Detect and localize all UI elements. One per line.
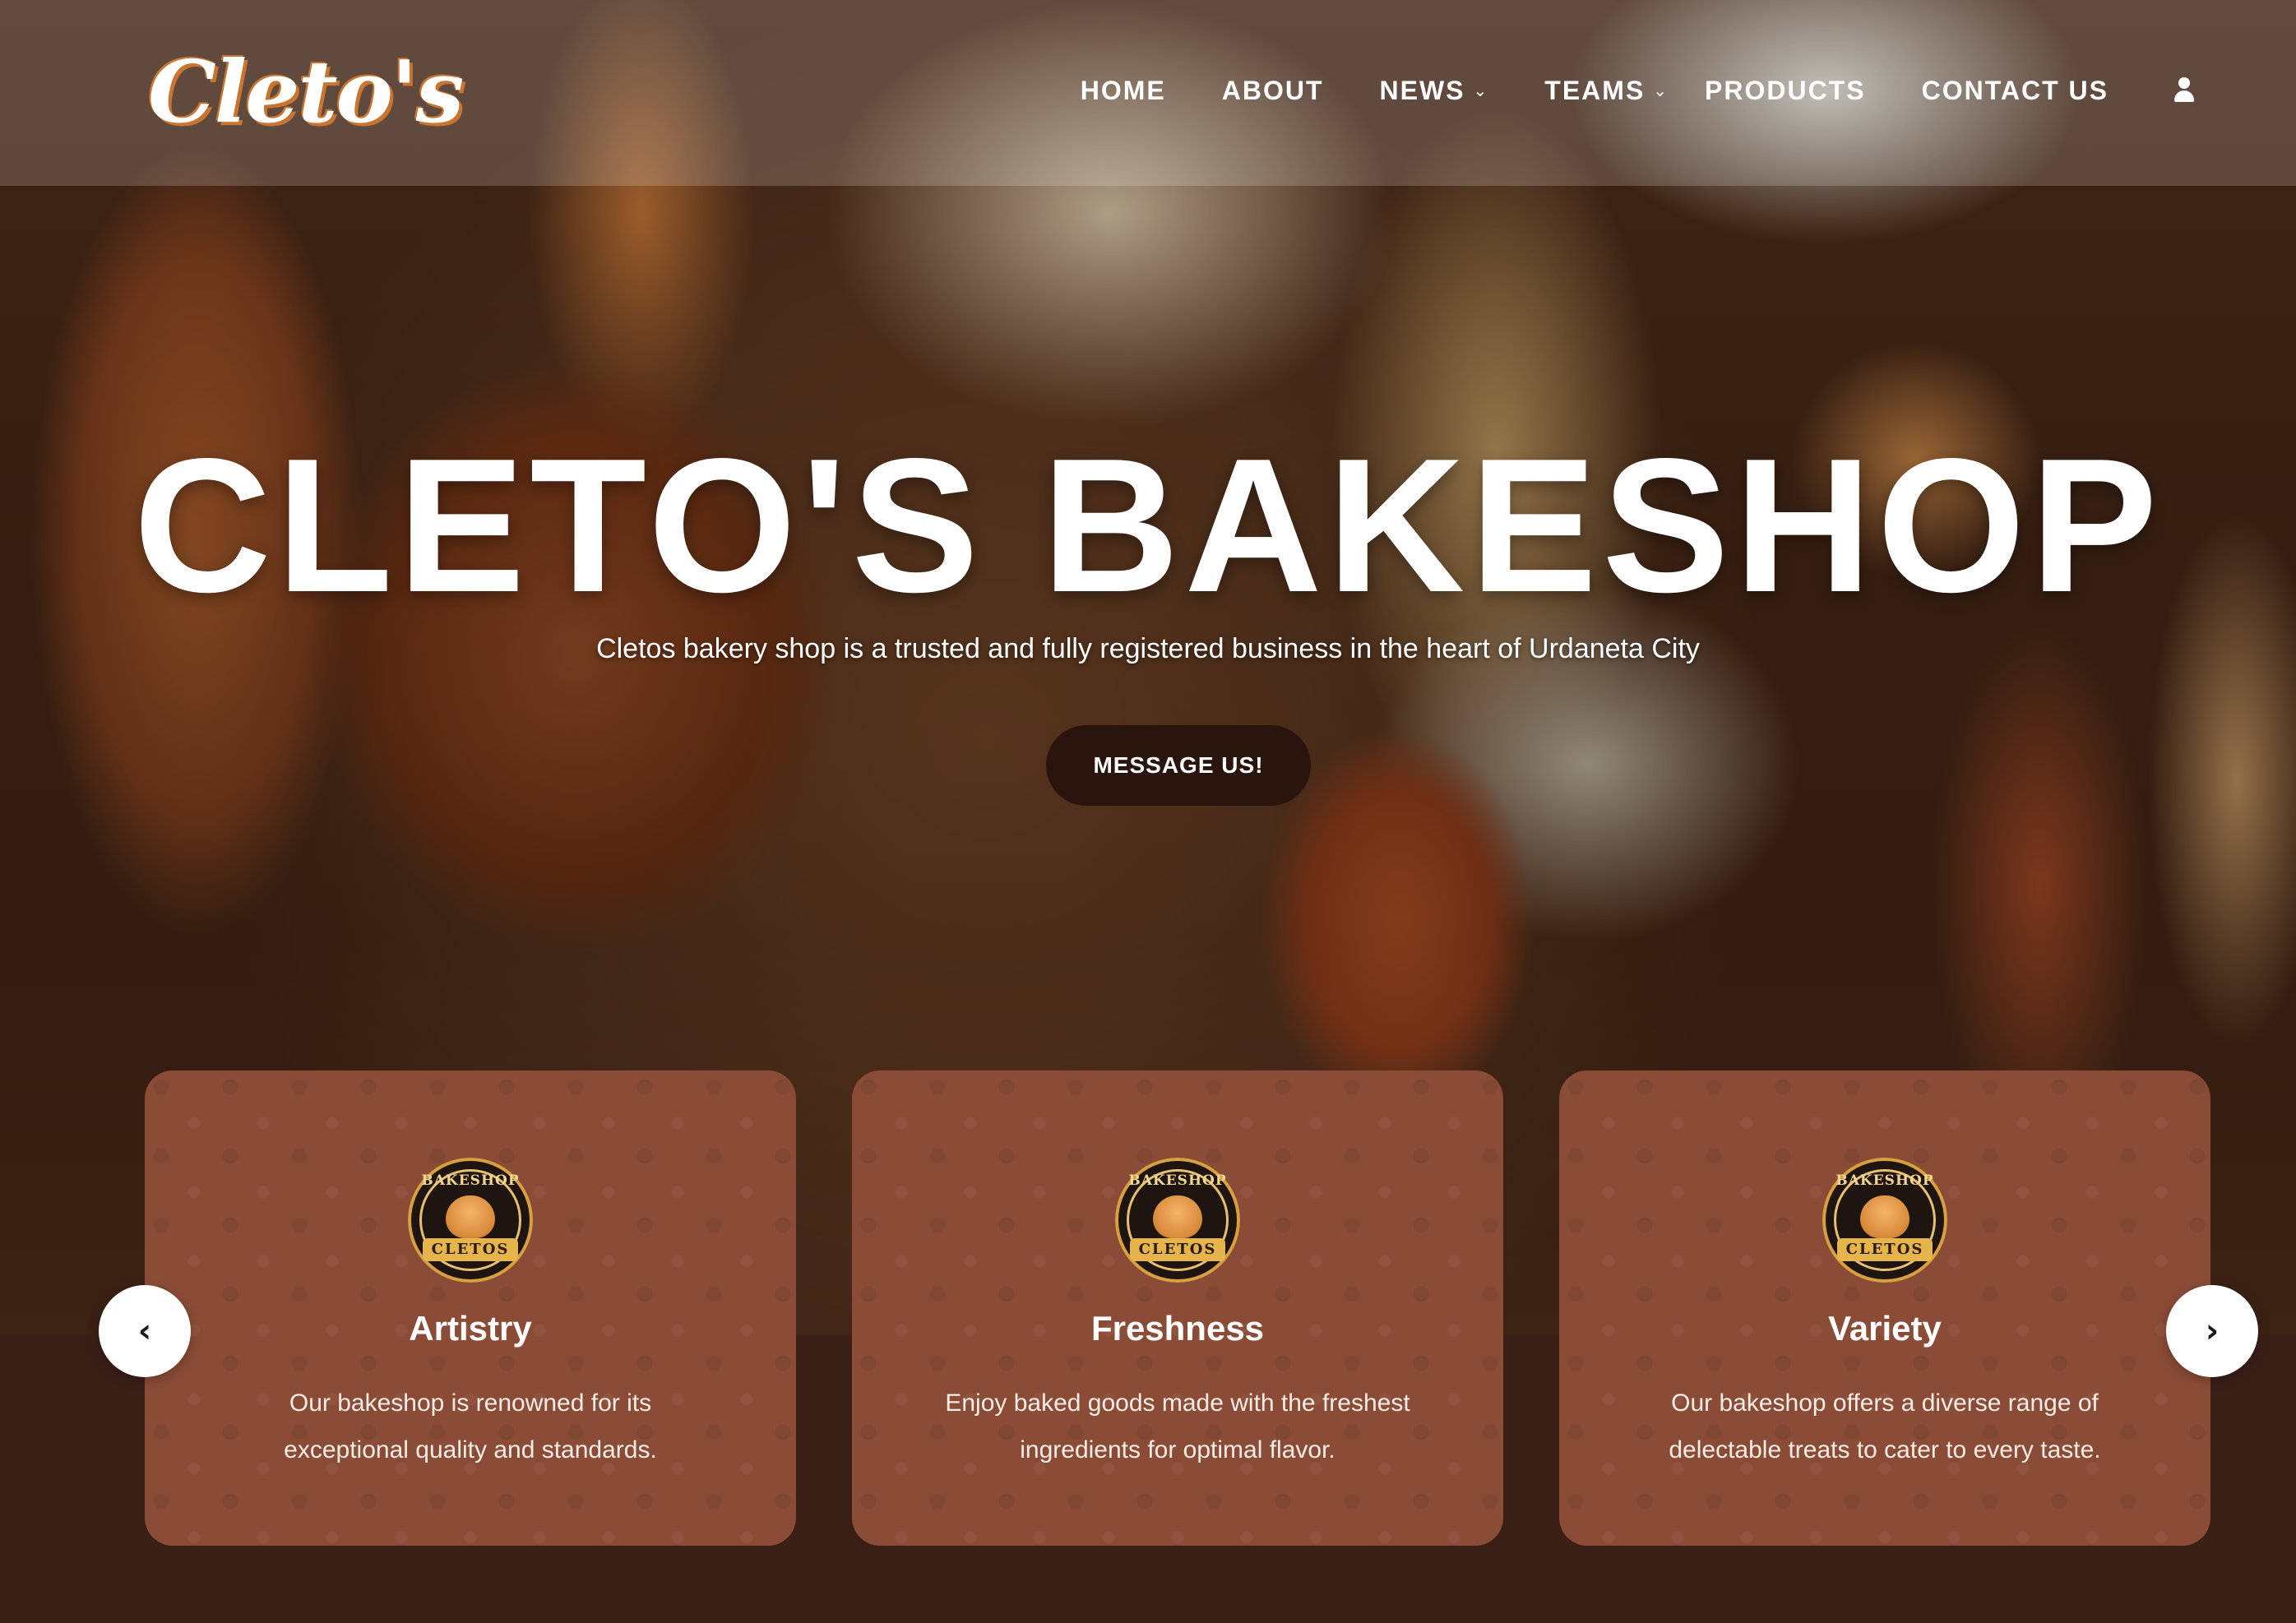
bakeshop-badge-logo: BAKESHOP CLETOS bbox=[1115, 1158, 1240, 1283]
feature-card-freshness: BAKESHOP CLETOS Freshness Enjoy baked go… bbox=[852, 1070, 1503, 1546]
feature-card-title: Artistry bbox=[409, 1309, 532, 1348]
hero-title: CLETO'S BAKESHOP bbox=[133, 419, 2163, 632]
carousel-prev-button[interactable]: ‹ bbox=[99, 1285, 191, 1377]
feature-card-variety: BAKESHOP CLETOS Variety Our bakeshop off… bbox=[1559, 1070, 2210, 1546]
nav-item-contact-us[interactable]: CONTACT US bbox=[1922, 76, 2109, 106]
nav-item-label: NEWS bbox=[1379, 75, 1465, 105]
bakeshop-badge-logo: BAKESHOP CLETOS bbox=[1822, 1158, 1947, 1283]
feature-card-text: Our bakeshop is renowned for its excepti… bbox=[284, 1389, 657, 1463]
nav-item-label: ABOUT bbox=[1221, 75, 1324, 105]
carousel-next-button[interactable]: › bbox=[2166, 1285, 2258, 1377]
badge-top-text: BAKESHOP bbox=[421, 1172, 520, 1189]
chevron-down-icon: ⌄ bbox=[1473, 81, 1489, 100]
nav-item-news[interactable]: NEWS ⌄ bbox=[1380, 76, 1489, 106]
hero-subtitle: Cletos bakery shop is a trusted and full… bbox=[596, 633, 1700, 664]
chevron-right-icon: › bbox=[2205, 1312, 2220, 1350]
feature-card-artistry: BAKESHOP CLETOS Artistry Our bakeshop is… bbox=[145, 1070, 796, 1546]
user-icon-head bbox=[2178, 77, 2190, 89]
bread-mascot-icon bbox=[1860, 1195, 1909, 1238]
user-icon[interactable] bbox=[2173, 77, 2196, 104]
message-us-button[interactable]: MESSAGE US! bbox=[1046, 725, 1311, 806]
nav-item-label: TEAMS bbox=[1544, 75, 1646, 105]
badge-ribbon-text: CLETOS bbox=[423, 1238, 518, 1261]
badge-ribbon-text: CLETOS bbox=[1837, 1238, 1933, 1261]
badge-top-text: BAKESHOP bbox=[1128, 1172, 1227, 1189]
badge-top-text: BAKESHOP bbox=[1835, 1172, 1934, 1189]
bread-mascot-icon bbox=[1153, 1195, 1202, 1238]
nav-item-about[interactable]: ABOUT bbox=[1222, 76, 1324, 106]
chevron-left-icon: ‹ bbox=[137, 1312, 152, 1350]
bakeshop-badge-logo: BAKESHOP CLETOS bbox=[408, 1158, 533, 1283]
main-nav: HOME ABOUT NEWS ⌄ TEAMS ⌄ PRODUCTS CONTA… bbox=[1081, 72, 2296, 109]
bread-mascot-icon bbox=[446, 1195, 495, 1238]
nav-item-label: PRODUCTS bbox=[1705, 75, 1866, 105]
nav-item-label: CONTACT US bbox=[1921, 75, 2109, 105]
nav-item-home[interactable]: HOME bbox=[1081, 76, 1166, 106]
feature-card-title: Freshness bbox=[1090, 1309, 1265, 1348]
feature-card-title: Variety bbox=[1828, 1309, 1942, 1348]
feature-card-text: Our bakeshop offers a diverse range of d… bbox=[1669, 1389, 2101, 1463]
top-navbar: Cleto's HOME ABOUT NEWS ⌄ TEAMS ⌄ PRODUC… bbox=[0, 0, 2296, 186]
feature-card-text: Enjoy baked goods made with the freshest… bbox=[945, 1389, 1410, 1463]
nav-item-products[interactable]: PRODUCTS bbox=[1705, 76, 1866, 106]
nav-item-label: HOME bbox=[1080, 75, 1166, 105]
brand-logo[interactable]: Cleto's bbox=[148, 41, 464, 142]
chevron-down-icon: ⌄ bbox=[1653, 81, 1669, 100]
user-icon-body bbox=[2174, 90, 2194, 102]
badge-ribbon-text: CLETOS bbox=[1130, 1238, 1225, 1261]
nav-item-teams[interactable]: TEAMS ⌄ bbox=[1544, 76, 1669, 106]
